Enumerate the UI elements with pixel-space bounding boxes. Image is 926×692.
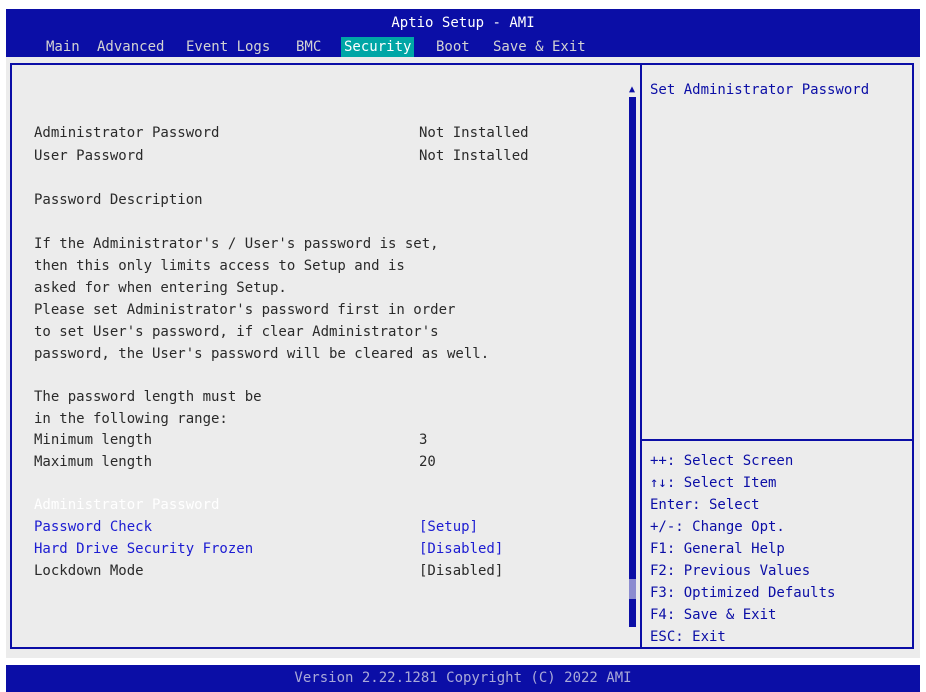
tab-advanced[interactable]: Advanced: [94, 37, 167, 57]
hdd-security-frozen-item[interactable]: Hard Drive Security Frozen: [34, 538, 253, 560]
key-hint: Enter: Select: [650, 497, 760, 513]
password-check-value[interactable]: [Setup]: [419, 516, 478, 538]
max-length-value: 20: [419, 454, 436, 470]
help-divider: [642, 439, 914, 441]
tab-main[interactable]: Main: [43, 37, 83, 57]
user-password-status-value: Not Installed: [419, 148, 529, 164]
lockdown-mode-item[interactable]: Lockdown Mode: [34, 560, 144, 582]
tab-event-logs[interactable]: Event Logs: [183, 37, 273, 57]
length-line: in the following range:: [34, 411, 228, 427]
tab-bmc[interactable]: BMC: [293, 37, 324, 57]
key-hint: ++: Select Screen: [650, 453, 794, 469]
version-text: Version 2.22.1281 Copyright (C) 2022 AMI: [294, 670, 632, 686]
tab-save-exit[interactable]: Save & Exit: [490, 37, 589, 57]
set-admin-password-item[interactable]: Administrator Password: [34, 494, 219, 516]
footer-bar: Version 2.22.1281 Copyright (C) 2022 AMI: [6, 665, 920, 692]
description-line: then this only limits access to Setup an…: [34, 258, 405, 274]
tab-boot[interactable]: Boot: [433, 37, 473, 57]
password-description-heading: Password Description: [34, 192, 203, 208]
column-divider: [640, 63, 642, 649]
key-hint: F3: Optimized Defaults: [650, 585, 836, 601]
tab-security[interactable]: Security: [341, 37, 415, 57]
key-hint: F2: Previous Values: [650, 563, 811, 579]
key-hint: F1: General Help: [650, 541, 785, 557]
tab-bar: Main Advanced Event Logs BMC Security Bo…: [6, 37, 920, 57]
scrollbar-track-end: [629, 579, 636, 599]
key-hint: ↑↓: Select Item: [650, 475, 777, 491]
scrollbar-thumb[interactable]: [629, 97, 636, 627]
help-text: Set Administrator Password: [650, 82, 870, 98]
description-line: to set User's password, if clear Adminis…: [34, 324, 439, 340]
header-bar: Aptio Setup - AMI Main Advanced Event Lo…: [6, 9, 920, 57]
password-check-item[interactable]: Password Check: [34, 516, 152, 538]
description-line: If the Administrator's / User's password…: [34, 236, 439, 252]
scroll-down-arrow-icon[interactable]: ▼: [627, 607, 637, 617]
key-hint: F4: Save & Exit: [650, 607, 777, 623]
length-line: The password length must be: [34, 389, 262, 405]
description-line: password, the User's password will be cl…: [34, 346, 490, 362]
key-hint: ESC: Exit: [650, 629, 726, 645]
app-title: Aptio Setup - AMI: [391, 15, 535, 31]
user-password-status-label: User Password: [34, 148, 144, 164]
lockdown-mode-value[interactable]: [Disabled]: [419, 560, 503, 582]
description-line: Please set Administrator's password firs…: [34, 302, 456, 318]
admin-password-status-label: Administrator Password: [34, 125, 220, 141]
description-line: asked for when entering Setup.: [34, 280, 287, 296]
scroll-up-arrow-icon[interactable]: ▲: [627, 85, 637, 95]
admin-password-status-value: Not Installed: [419, 125, 529, 141]
hdd-security-frozen-value[interactable]: [Disabled]: [419, 538, 503, 560]
max-length-label: Maximum length: [34, 454, 153, 470]
key-hint: +/-: Change Opt.: [650, 519, 785, 535]
min-length-value: 3: [419, 432, 428, 448]
content-panel: Administrator Password Not Installed Use…: [6, 57, 920, 658]
min-length-label: Minimum length: [34, 432, 153, 448]
